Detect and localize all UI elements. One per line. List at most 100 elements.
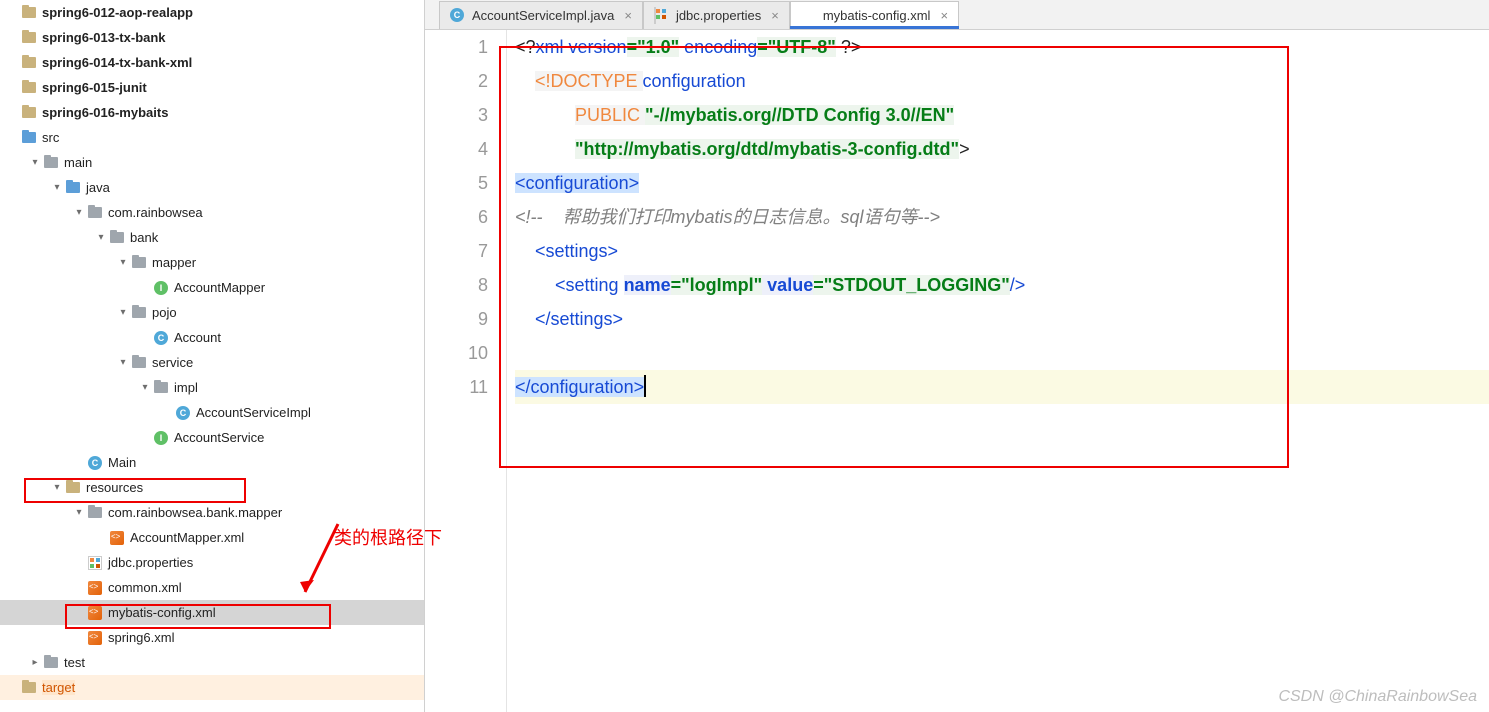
- tree-item[interactable]: ▾pojo: [0, 300, 424, 325]
- xml-icon: [86, 630, 104, 646]
- code-token: <setting: [555, 275, 624, 295]
- tree-item[interactable]: spring6-014-tx-bank-xml: [0, 50, 424, 75]
- close-icon[interactable]: ×: [940, 8, 948, 23]
- expand-arrow-icon[interactable]: ▸: [28, 657, 42, 668]
- tree-item[interactable]: ▾com.rainbowsea: [0, 200, 424, 225]
- folder-grey-icon: [42, 155, 60, 171]
- xml-icon: [108, 530, 126, 546]
- tree-item-label: spring6-012-aop-realapp: [42, 5, 193, 20]
- circle-i-icon: I: [152, 280, 170, 296]
- tree-item-label: spring6-015-junit: [42, 80, 147, 95]
- expand-arrow-icon[interactable]: ▾: [94, 232, 108, 243]
- code-token: <settings>: [535, 241, 618, 261]
- tree-item[interactable]: spring6-012-aop-realapp: [0, 0, 424, 25]
- tree-item[interactable]: ▾bank: [0, 225, 424, 250]
- code-token: ="UTF-8": [757, 37, 836, 57]
- line-number: 2: [425, 64, 488, 98]
- editor-tab[interactable]: CAccountServiceImpl.java×: [439, 1, 643, 29]
- folder-blue-icon: [20, 130, 38, 146]
- tab-label: jdbc.properties: [676, 8, 761, 23]
- tree-item-label: mapper: [152, 255, 196, 270]
- expand-arrow-icon[interactable]: ▾: [28, 157, 42, 168]
- code-area[interactable]: 1234567891011 <?xml version="1.0" encodi…: [425, 30, 1489, 712]
- editor-tab[interactable]: jdbc.properties ×: [643, 1, 790, 29]
- tree-item[interactable]: common.xml: [0, 575, 424, 600]
- code-token: <?: [515, 37, 536, 57]
- expand-arrow-icon[interactable]: ▾: [116, 257, 130, 268]
- code-token: PUBLIC: [575, 105, 645, 125]
- tree-item[interactable]: C Main: [0, 450, 424, 475]
- code-token: value: [762, 275, 813, 295]
- folder-grey-icon: [130, 355, 148, 371]
- close-icon[interactable]: ×: [624, 8, 632, 23]
- tree-item-label: spring6-016-mybaits: [42, 105, 168, 120]
- code-token: <!-- 帮助我们打印mybatis的日志信息。sql语句等-->: [515, 207, 940, 227]
- code-token: configuration: [643, 71, 746, 91]
- close-icon[interactable]: ×: [771, 8, 779, 23]
- code-token: ="1.0": [627, 37, 680, 57]
- expand-arrow-icon[interactable]: ▾: [50, 182, 64, 193]
- expand-arrow-icon[interactable]: ▾: [72, 507, 86, 518]
- folder-icon: [20, 30, 38, 46]
- folder-grey-icon: [152, 380, 170, 396]
- tree-item-label: src: [42, 130, 59, 145]
- editor-tab[interactable]: mybatis-config.xml×: [790, 1, 959, 29]
- tree-item[interactable]: IAccountMapper: [0, 275, 424, 300]
- code-token: ="STDOUT_LOGGING": [813, 275, 1010, 295]
- annotation-label: 类的根路径下: [334, 524, 442, 550]
- text-caret: [644, 375, 646, 397]
- circle-c-icon: C: [86, 455, 104, 471]
- tree-item-label: jdbc.properties: [108, 555, 193, 570]
- tree-item[interactable]: ▸test: [0, 650, 424, 675]
- code-token: ="logImpl": [671, 275, 763, 295]
- tree-item[interactable]: ▾ java: [0, 175, 424, 200]
- tree-item[interactable]: ▾resources: [0, 475, 424, 500]
- tree-item[interactable]: target: [0, 675, 424, 700]
- tree-item[interactable]: ▾ main: [0, 150, 424, 175]
- code-token: xml version: [536, 37, 627, 57]
- expand-arrow-icon[interactable]: ▾: [72, 207, 86, 218]
- code-token: <!DOCTYPE: [535, 71, 643, 91]
- expand-arrow-icon[interactable]: ▾: [116, 357, 130, 368]
- line-number: 11: [425, 370, 488, 404]
- code-token: "http://mybatis.org/dtd/mybatis-3-config…: [575, 139, 959, 159]
- tree-item[interactable]: spring6-016-mybaits: [0, 100, 424, 125]
- tree-item[interactable]: spring6-015-junit: [0, 75, 424, 100]
- tree-item[interactable]: spring6.xml: [0, 625, 424, 650]
- tree-item[interactable]: mybatis-config.xml: [0, 600, 424, 625]
- tree-item[interactable]: IAccountService: [0, 425, 424, 450]
- code-token: name: [624, 275, 671, 295]
- xml-icon: [86, 580, 104, 596]
- folder-icon: [20, 80, 38, 96]
- code-token: ?>: [836, 37, 862, 57]
- tree-item[interactable]: CAccountServiceImpl: [0, 400, 424, 425]
- expand-arrow-icon[interactable]: ▾: [116, 307, 130, 318]
- folder-grey-icon: [42, 655, 60, 671]
- tree-item[interactable]: ▾service: [0, 350, 424, 375]
- tree-item-label: spring6.xml: [108, 630, 174, 645]
- tree-item-label: com.rainbowsea.bank.mapper: [108, 505, 282, 520]
- line-gutter: 1234567891011: [425, 30, 507, 712]
- tree-item[interactable]: jdbc.properties: [0, 550, 424, 575]
- tree-item[interactable]: CAccount: [0, 325, 424, 350]
- expand-arrow-icon[interactable]: ▾: [50, 482, 64, 493]
- circle-i-icon: I: [152, 430, 170, 446]
- tree-item-label: Main: [108, 455, 136, 470]
- xml-icon: [86, 605, 104, 621]
- code-token: <configuration>: [515, 173, 639, 193]
- tree-item-label: AccountServiceImpl: [196, 405, 311, 420]
- code-token: "-//mybatis.org//DTD Config 3.0//EN": [645, 105, 954, 125]
- code-body[interactable]: <?xml version="1.0" encoding="UTF-8" ?> …: [507, 30, 1489, 712]
- project-tree[interactable]: spring6-012-aop-realapp spring6-013-tx-ba…: [0, 0, 425, 712]
- tree-item-label: target: [42, 680, 75, 695]
- tree-item[interactable]: src: [0, 125, 424, 150]
- expand-arrow-icon[interactable]: ▾: [138, 382, 152, 393]
- tree-item[interactable]: ▾impl: [0, 375, 424, 400]
- tree-item-label: java: [86, 180, 110, 195]
- tree-item-label: main: [64, 155, 92, 170]
- tree-item[interactable]: spring6-013-tx-bank: [0, 25, 424, 50]
- code-token: >: [959, 139, 970, 159]
- folder-icon: [20, 55, 38, 71]
- tree-item[interactable]: ▾ mapper: [0, 250, 424, 275]
- tree-item[interactable]: ▾ com.rainbowsea.bank.mapper: [0, 500, 424, 525]
